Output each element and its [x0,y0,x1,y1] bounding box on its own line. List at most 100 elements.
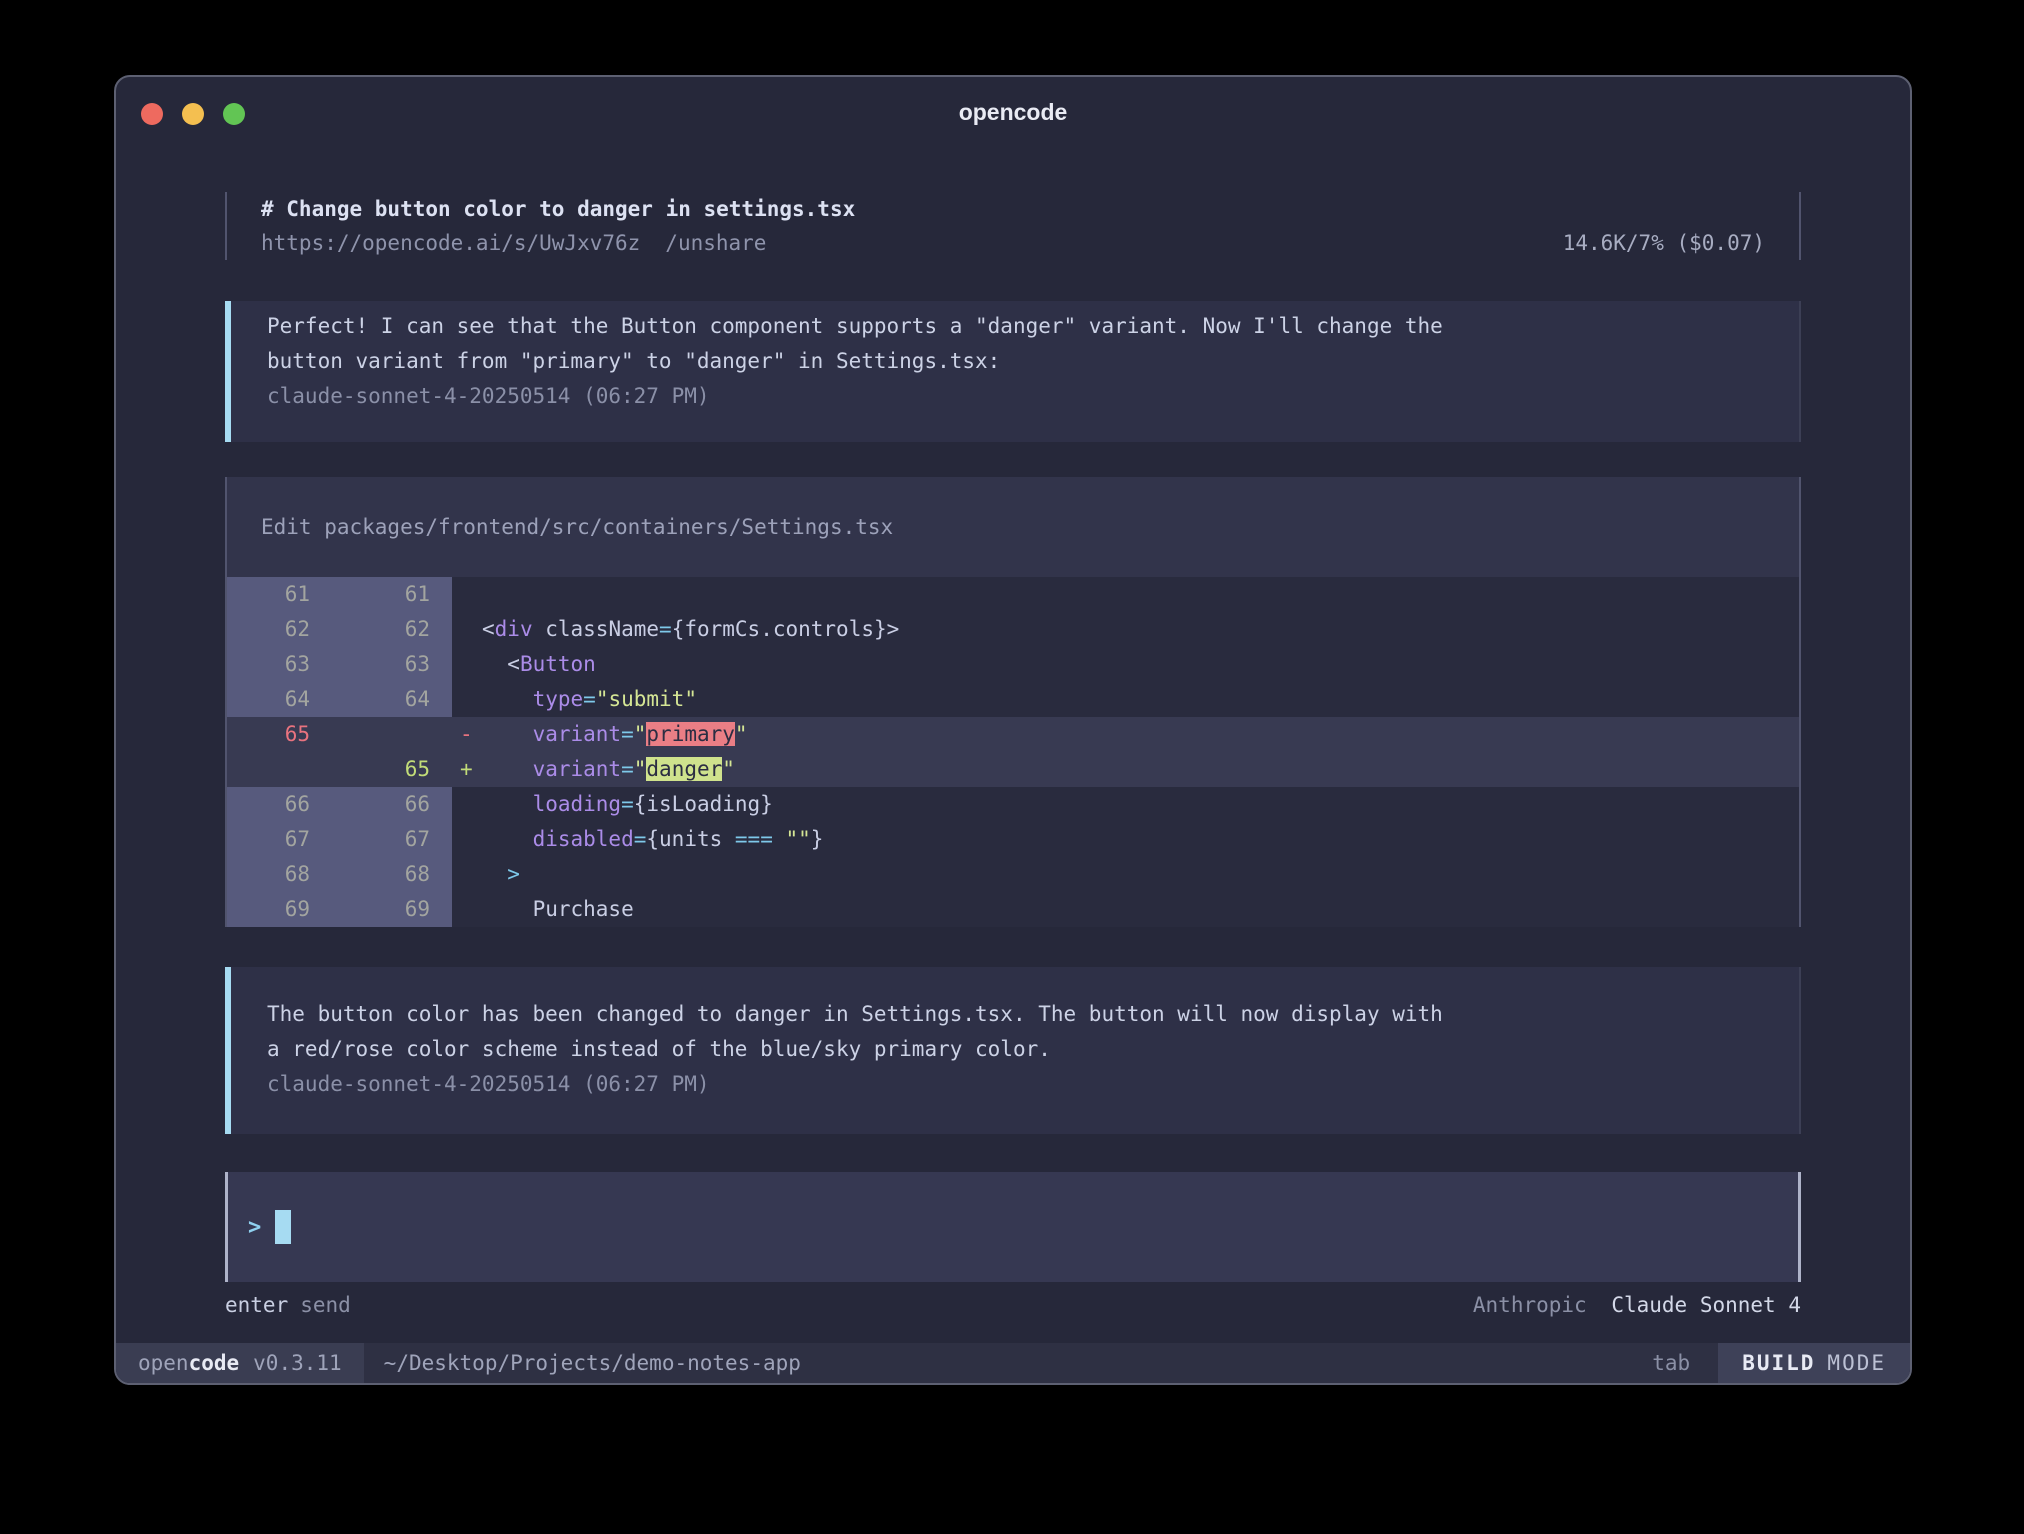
code-token: < [482,617,495,641]
diff-row: 6666 loading={isLoading} [227,787,1799,822]
diff-code-line: Purchase [482,892,1799,927]
code-token: "submit" [596,687,697,711]
diff-row: 6464 type="submit" [227,682,1799,717]
code-token: = [583,687,596,711]
code-token: loading [533,792,622,816]
main-content: # Change button color to danger in setti… [116,143,1910,1343]
diff-new-line-number: 63 [330,647,452,682]
assistant-message: The button color has been changed to dan… [225,967,1801,1134]
app-name-code: code [189,1351,240,1375]
code-token: === [735,827,773,851]
edit-tool-header: Edit packages/frontend/src/containers/Se… [227,477,1799,577]
prompt-input[interactable]: > [225,1172,1801,1282]
model-name: Claude Sonnet 4 [1611,1293,1801,1317]
diff-change-marker [452,822,482,857]
unshare-command[interactable]: /unshare [665,226,766,260]
code-token [482,897,533,921]
window-title: opencode [116,77,1910,126]
code-token: = [659,617,672,641]
message-line: a red/rose color scheme instead of the b… [267,1032,1799,1067]
message-model-timestamp: claude-sonnet-4-20250514 (06:27 PM) [267,1067,1799,1102]
diff-old-line-number [227,752,330,787]
diff-old-line-number: 65 [227,717,330,752]
diff-change-marker [452,787,482,822]
code-token: div [495,617,533,641]
diff-change-marker: - [452,717,482,752]
app-version: v0.3.11 [253,1351,342,1375]
diff-old-line-number: 61 [227,577,330,612]
code-token: variant [533,722,622,746]
code-token: = [621,722,634,746]
diff-new-line-number: 61 [330,577,452,612]
text-cursor [275,1210,291,1244]
code-token: > [507,862,520,886]
diff-code-line [482,577,1799,612]
code-token: = [634,827,647,851]
enter-key-hint: enter [225,1290,288,1320]
diff-new-line-number: 68 [330,857,452,892]
session-title: # Change button color to danger in setti… [261,192,1765,226]
diff-change-marker [452,577,482,612]
diff-code-line: variant="danger" [482,752,1799,787]
prompt-symbol: > [248,1215,261,1240]
diff-code-line: type="submit" [482,682,1799,717]
diff-new-line-number: 62 [330,612,452,647]
zoom-window-icon[interactable] [223,103,245,125]
diff-row: 6868 > [227,857,1799,892]
code-token: " [722,757,735,781]
mode-badge[interactable]: BUILD MODE [1718,1343,1910,1383]
diff-row: 6363 <Button [227,647,1799,682]
traffic-lights [141,103,245,125]
tab-key-hint: tab [1624,1343,1718,1383]
share-url-link[interactable]: https://opencode.ai/s/UwJxv76z [261,226,640,260]
code-token: danger [646,757,722,781]
diff-new-line-number: 67 [330,822,452,857]
code-token: < [482,652,520,676]
diff-change-marker [452,857,482,892]
diff-code-line: disabled={units === ""} [482,822,1799,857]
diff-code-line: > [482,857,1799,892]
code-token: disabled [533,827,634,851]
diff-change-marker [452,612,482,647]
message-line: Perfect! I can see that the Button compo… [267,309,1799,344]
code-token [482,827,533,851]
diff-row: 65 - variant="primary" [227,717,1799,752]
provider-name: Anthropic [1473,1293,1587,1317]
diff-code-line: variant="primary" [482,717,1799,752]
session-subheader: https://opencode.ai/s/UwJxv76z /unshare … [261,226,1765,260]
diff-code-line: loading={isLoading} [482,787,1799,822]
code-token [482,862,507,886]
close-window-icon[interactable] [141,103,163,125]
diff-code-line: <Button [482,647,1799,682]
code-token: className [533,617,659,641]
diff-row: 6969 Purchase [227,892,1799,927]
mode-badge-mode: MODE [1827,1351,1886,1375]
code-token [773,827,786,851]
code-token: type [533,687,584,711]
diff-new-line-number: 66 [330,787,452,822]
code-token: " [634,722,647,746]
minimize-window-icon[interactable] [182,103,204,125]
send-action-hint: send [300,1290,351,1320]
code-token: {formCs.controls}> [672,617,900,641]
diff-new-line-number [330,717,452,752]
code-token: {isLoading} [634,792,773,816]
app-name-open: open [138,1351,189,1375]
code-token: variant [533,757,622,781]
hints-row: enter send Anthropic Claude Sonnet 4 [225,1290,1801,1320]
code-token [482,792,533,816]
title-bar: opencode [116,77,1910,143]
code-token: "" [786,827,811,851]
code-token [482,757,533,781]
session-header: # Change button color to danger in setti… [225,192,1801,260]
mode-badge-build: BUILD [1742,1351,1815,1375]
code-token: Purchase [533,897,634,921]
diff-old-line-number: 66 [227,787,330,822]
diff-row: 6767 disabled={units === ""} [227,822,1799,857]
diff-old-line-number: 62 [227,612,330,647]
code-token: } [811,827,824,851]
code-token [482,687,533,711]
diff-new-line-number: 65 [330,752,452,787]
diff-row: 6262 <div className={formCs.controls}> [227,612,1799,647]
diff-row: 6161 [227,577,1799,612]
